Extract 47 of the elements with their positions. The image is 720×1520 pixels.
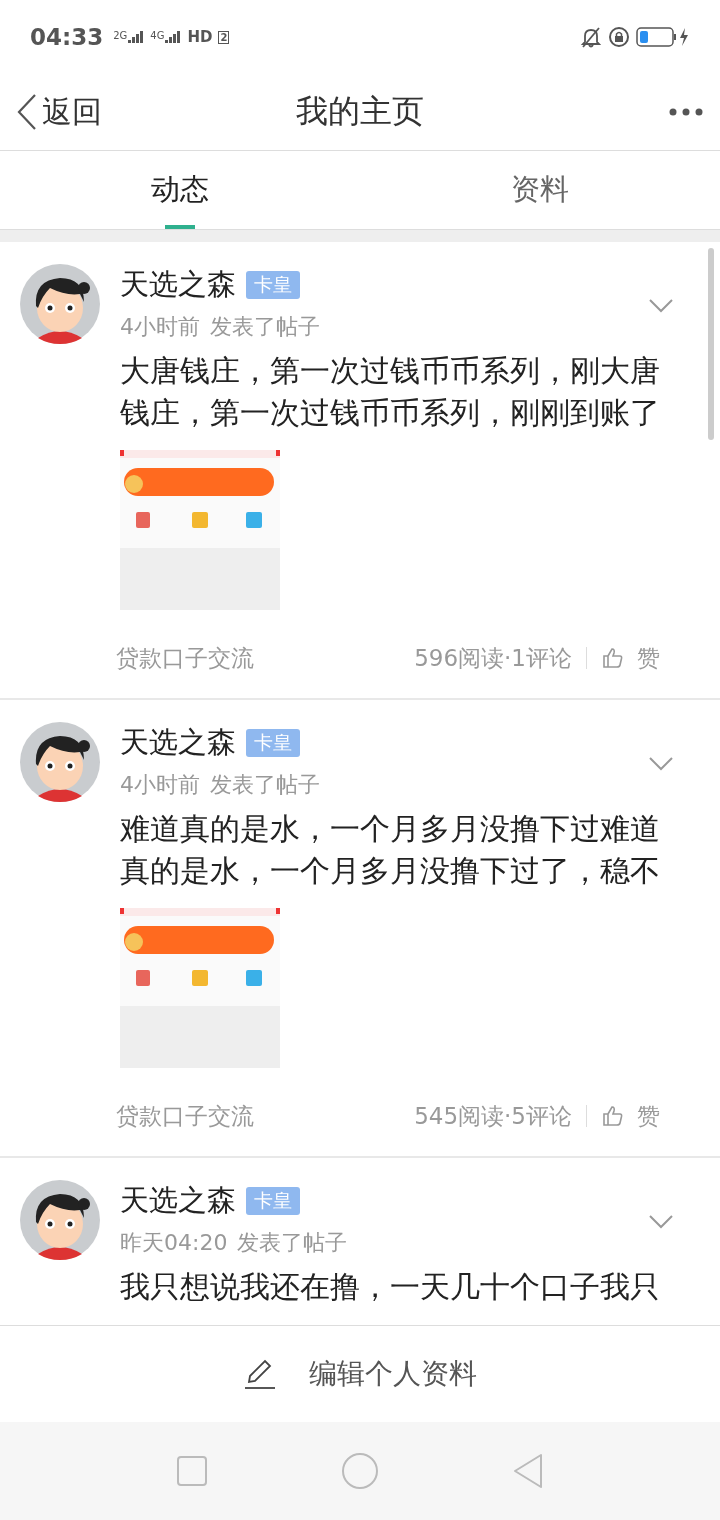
hd-label: HD <box>187 28 213 46</box>
post-action: 发表了帖子 <box>210 313 320 341</box>
clock: 04:33 <box>30 24 104 50</box>
thumbs-up-icon <box>601 1104 625 1128</box>
chevron-down-icon[interactable] <box>648 756 674 772</box>
post-text[interactable]: 我只想说我还在撸，一天几十个口子我只 <box>120 1266 680 1308</box>
post-text[interactable]: 难道真的是水，一个月多月没撸下过难道真的是水，一个月多月没撸下过了，稳不 <box>120 808 680 892</box>
post-action: 发表了帖子 <box>237 1229 348 1257</box>
recents-icon[interactable] <box>176 1455 209 1487</box>
back-icon[interactable] <box>511 1453 544 1489</box>
edit-profile-button[interactable]: 编辑个人资料 <box>243 1355 477 1393</box>
pencil-icon <box>243 1358 277 1390</box>
network-label: 2G <box>113 30 128 41</box>
signal-icon <box>165 30 182 44</box>
signal-icon <box>128 30 145 44</box>
tab[interactable]: 动态 <box>0 151 360 229</box>
page-title: 我的主页 <box>296 91 424 132</box>
tab[interactable]: 资料 <box>360 151 720 229</box>
author-name[interactable]: 天选之森 <box>120 265 236 305</box>
post-stats: 596阅读·1评论 <box>414 643 572 673</box>
thumbs-up-icon <box>601 646 625 670</box>
sim-label: 2 <box>218 30 230 44</box>
rotation-lock-icon <box>608 26 630 48</box>
post-stats: 545阅读·5评论 <box>414 1101 572 1131</box>
author-name[interactable]: 天选之森 <box>120 1181 236 1221</box>
rank-badge: 卡皇 <box>246 1187 300 1215</box>
bell-off-icon <box>580 26 602 48</box>
scrollbar[interactable] <box>708 248 714 440</box>
chevron-down-icon[interactable] <box>648 298 674 314</box>
avatar-icon <box>20 722 100 802</box>
more-icon[interactable] <box>668 107 704 117</box>
rank-badge: 卡皇 <box>246 729 300 757</box>
back-button[interactable]: 返回 <box>16 91 102 133</box>
avatar-icon <box>20 264 100 344</box>
post-time: 4小时前 <box>120 313 200 341</box>
post-time: 昨天04:20 <box>120 1229 228 1257</box>
chevron-down-icon[interactable] <box>648 1214 674 1230</box>
chevron-left-icon <box>16 93 38 131</box>
avatar-icon <box>20 1180 100 1260</box>
post-action: 发表了帖子 <box>210 771 320 799</box>
post-time: 4小时前 <box>120 771 200 799</box>
home-icon[interactable] <box>341 1452 379 1490</box>
rank-badge: 卡皇 <box>246 271 300 299</box>
network-label: 4G <box>150 30 165 41</box>
post-text[interactable]: 大唐钱庄，第一次过钱币币系列，刚大唐钱庄，第一次过钱币币系列，刚刚到账了 <box>120 350 680 434</box>
battery-icon <box>636 26 690 48</box>
author-name[interactable]: 天选之森 <box>120 723 236 763</box>
